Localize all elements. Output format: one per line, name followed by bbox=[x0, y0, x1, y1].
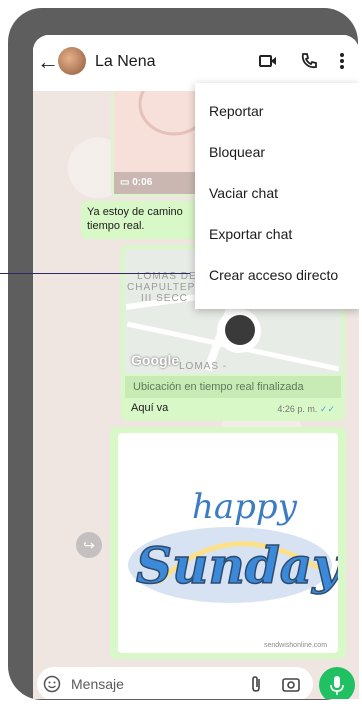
location-caption: Aquí va bbox=[131, 402, 169, 414]
sticker-text-happy: happy bbox=[192, 487, 298, 527]
mic-icon bbox=[330, 676, 344, 695]
menu-item-export-chat[interactable]: Exportar chat bbox=[195, 214, 359, 255]
attach-icon[interactable] bbox=[249, 675, 263, 698]
contact-name[interactable]: La Nena bbox=[95, 53, 156, 71]
sticker-watermark: sendwishonline.com bbox=[264, 642, 327, 649]
sticker-image[interactable]: happy Sunday sendwishonline.com bbox=[118, 433, 338, 653]
map-label: III SECC bbox=[141, 293, 188, 304]
google-logo: Google bbox=[131, 352, 180, 368]
phone-frame: ← La Nena ▭ 0:06 Ya estoy de camino tiem… bbox=[8, 8, 359, 700]
menu-item-report[interactable]: Reportar bbox=[195, 91, 359, 132]
video-camera-icon: ▭ bbox=[120, 177, 133, 188]
chat-screen: ← La Nena ▭ 0:06 Ya estoy de camino tiem… bbox=[33, 35, 359, 699]
back-arrow-icon[interactable]: ← bbox=[37, 51, 59, 73]
read-ticks-icon: ✓✓ bbox=[319, 404, 335, 414]
message-input[interactable]: Mensaje bbox=[37, 667, 313, 699]
menu-item-clear-chat[interactable]: Vaciar chat bbox=[195, 173, 359, 214]
text-message[interactable]: Ya estoy de camino tiempo real. bbox=[81, 201, 211, 239]
forward-icon[interactable]: ↪ bbox=[76, 532, 102, 558]
sticker-message[interactable]: happy Sunday sendwishonline.com bbox=[110, 427, 346, 659]
camera-icon[interactable] bbox=[281, 674, 301, 699]
map-label: LOMAS - bbox=[179, 361, 228, 372]
menu-item-block[interactable]: Bloquear bbox=[195, 132, 359, 173]
message-placeholder: Mensaje bbox=[71, 676, 124, 692]
avatar[interactable] bbox=[58, 47, 86, 75]
overflow-menu: Reportar Bloquear Vaciar chat Exportar c… bbox=[195, 83, 359, 309]
live-location-ended: Ubicación en tiempo real finalizada bbox=[125, 376, 341, 398]
mic-button[interactable] bbox=[319, 667, 355, 699]
video-call-icon[interactable] bbox=[258, 51, 278, 76]
menu-item-create-shortcut[interactable]: Crear acceso directo bbox=[195, 255, 359, 296]
composer: Mensaje bbox=[33, 667, 359, 699]
message-time: 4:26 p. m. ✓✓ bbox=[277, 404, 335, 414]
sticker-text-sunday: Sunday bbox=[136, 536, 338, 595]
phone-icon[interactable] bbox=[299, 51, 319, 76]
more-vert-icon[interactable] bbox=[339, 51, 345, 76]
callout-line bbox=[0, 273, 190, 274]
video-duration: ▭ 0:06 bbox=[120, 177, 153, 188]
location-pin bbox=[217, 309, 261, 353]
emoji-icon[interactable] bbox=[43, 675, 61, 698]
